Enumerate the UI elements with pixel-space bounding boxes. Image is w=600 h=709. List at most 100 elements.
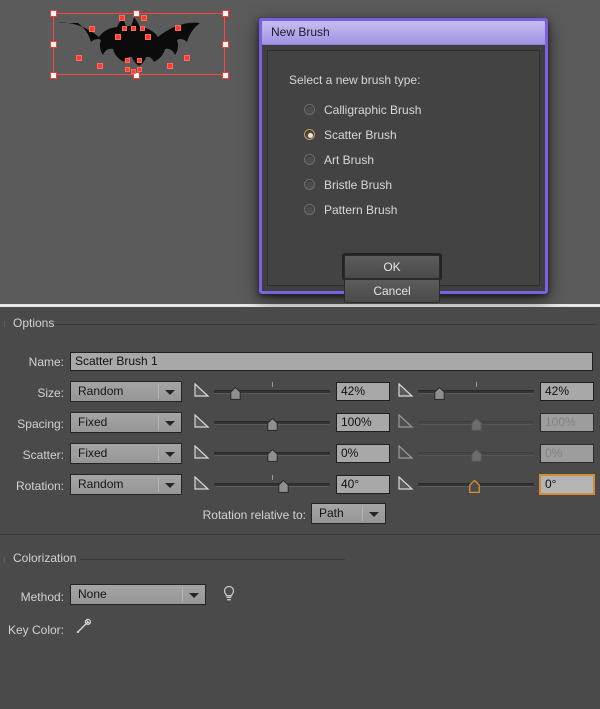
path-anchor[interactable] [122,26,127,31]
path-anchor[interactable] [137,58,142,63]
selection-handle-bl[interactable] [50,72,57,79]
scatter-max-input: 0% [540,444,594,463]
size-mode-dropdown[interactable]: Random [70,381,182,402]
radio-label: Scatter Brush [324,127,397,142]
rotation-max-slider[interactable] [398,475,534,493]
dropdown-separator [182,587,183,602]
radio-icon [304,104,315,115]
ok-button[interactable]: OK [342,253,442,281]
colorization-method-dropdown[interactable]: None [70,584,206,605]
group-tick [4,557,5,563]
cancel-button[interactable]: Cancel [344,279,440,303]
method-value: None [78,587,107,601]
spacing-label: Spacing: [17,417,64,431]
selection-handle-tr[interactable] [222,10,229,17]
variance-icon [194,476,210,490]
slider-thumb-focused[interactable] [469,480,480,493]
rotation-relative-label: Rotation relative to: [202,508,306,522]
brush-name-input[interactable]: Scatter Brush 1 [70,352,593,371]
scatter-label: Scatter: [22,448,64,462]
variance-icon [398,383,414,397]
variance-icon [194,445,210,459]
section-divider [0,534,600,535]
rotation-mode-value: Random [78,477,124,491]
selection-handle-tl[interactable] [50,10,57,17]
spacing-mode-dropdown[interactable]: Fixed [70,412,182,433]
spacing-max-slider [398,413,534,431]
path-anchor[interactable] [131,26,136,31]
radio-bristle-brush[interactable]: Bristle Brush [304,172,421,197]
radio-icon [304,179,315,190]
radio-label: Bristle Brush [324,177,393,192]
radio-pattern-brush[interactable]: Pattern Brush [304,197,421,222]
radio-art-brush[interactable]: Art Brush [304,147,421,172]
scatter-min-slider[interactable] [194,444,330,462]
size-max-slider[interactable] [398,382,534,400]
illustrator-new-brush-screen: New Brush Select a new brush type: Calli… [0,0,600,709]
path-anchor[interactable] [115,34,121,40]
path-anchor[interactable] [175,25,181,31]
colorization-group-rule [80,559,345,560]
path-anchor[interactable] [167,63,173,69]
spacing-min-input[interactable]: 100% [336,413,390,432]
slider-center-tick [272,382,273,387]
selected-artwork[interactable] [45,5,235,83]
rotation-label: Rotation: [15,479,64,493]
colorization-group-label: Colorization [8,551,82,565]
new-brush-dialog: New Brush Select a new brush type: Calli… [259,18,548,303]
selection-handle-mr[interactable] [222,41,229,48]
slider-track[interactable] [214,483,330,487]
path-anchor[interactable] [131,69,136,74]
path-anchor[interactable] [125,67,130,72]
chevron-down-icon [165,452,175,457]
slider-center-tick [476,382,477,387]
selection-handle-br[interactable] [222,72,229,79]
dialog-titlebar[interactable]: New Brush [262,21,545,45]
size-min-input[interactable]: 42% [336,382,390,401]
rotation-max-input[interactable]: 0° [540,475,594,494]
chevron-down-icon [165,483,175,488]
slider-thumb[interactable] [434,387,445,400]
scatter-mode-dropdown[interactable]: Fixed [70,443,182,464]
chevron-down-icon [165,421,175,426]
dialog-button-bar: OK Cancel [342,253,539,303]
slider-thumb[interactable] [278,480,289,493]
slider-thumb[interactable] [230,387,241,400]
slider-center-tick [272,475,273,480]
rotation-min-slider[interactable] [194,475,330,493]
slider-thumb[interactable] [267,418,278,431]
rotation-relative-dropdown[interactable]: Path [311,503,386,524]
lightbulb-icon[interactable] [222,585,236,603]
dropdown-separator [158,415,159,430]
size-min-slider[interactable] [194,382,330,400]
path-anchor[interactable] [119,15,125,21]
radio-scatter-brush[interactable]: Scatter Brush [304,122,421,147]
path-anchor[interactable] [145,34,151,40]
path-anchor[interactable] [140,26,145,31]
spacing-mode-value: Fixed [78,415,108,429]
dialog-title: New Brush [271,25,330,39]
path-anchor[interactable] [125,58,130,63]
size-max-input[interactable]: 42% [540,382,594,401]
selection-handle-ml[interactable] [50,41,57,48]
variance-icon [398,445,414,459]
slider-thumb[interactable] [267,449,278,462]
selection-handle-tc[interactable] [133,10,140,17]
spacing-min-slider[interactable] [194,413,330,431]
scatter-min-input[interactable]: 0% [336,444,390,463]
chevron-down-icon [165,390,175,395]
eyedropper-icon[interactable] [74,618,92,636]
group-tick [4,321,5,327]
path-anchor[interactable] [184,55,190,61]
options-group-label: Options [8,316,60,330]
path-anchor[interactable] [137,67,142,72]
radio-calligraphic-brush[interactable]: Calligraphic Brush [304,97,421,122]
rotation-mode-dropdown[interactable]: Random [70,474,182,495]
path-anchor[interactable] [97,63,103,69]
path-anchor[interactable] [141,15,147,21]
path-anchor[interactable] [89,26,95,32]
path-anchor[interactable] [76,55,82,61]
dropdown-separator [158,446,159,461]
radio-selected-icon [304,129,315,140]
rotation-min-input[interactable]: 40° [336,475,390,494]
